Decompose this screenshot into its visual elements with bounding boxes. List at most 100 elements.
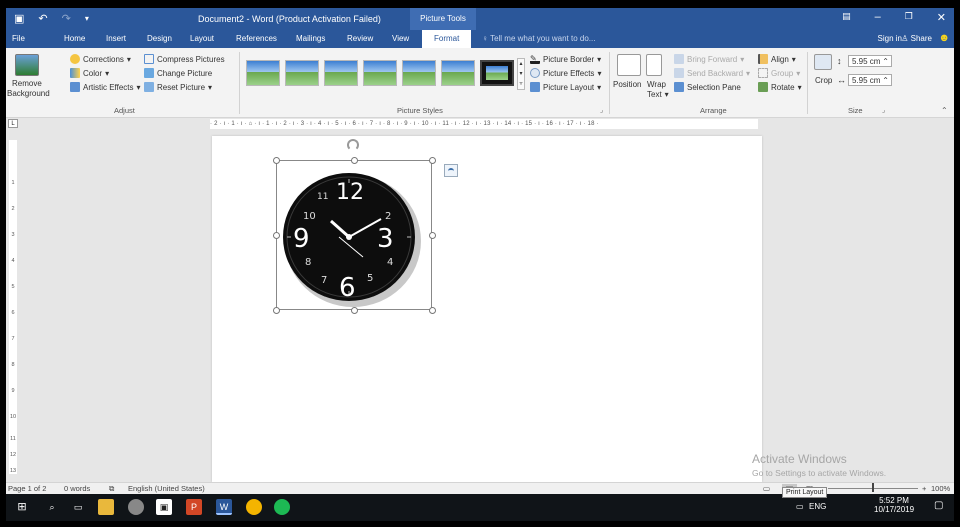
proofing-icon[interactable]: ⧉ (109, 484, 114, 494)
chrome-icon[interactable] (246, 499, 262, 515)
picture-style-7[interactable] (480, 60, 514, 86)
height-input[interactable]: 5.95 cm ⌃ (848, 55, 892, 67)
tray-battery-icon[interactable]: ▭ (796, 502, 804, 511)
rotate-button[interactable]: Rotate ▾ (758, 82, 802, 92)
resize-handle-s[interactable] (351, 307, 358, 314)
tab-view[interactable]: View (392, 34, 409, 43)
wrap-label-1[interactable]: Wrap (647, 80, 666, 89)
store-icon[interactable]: ▣ (156, 499, 172, 515)
resize-handle-n[interactable] (351, 157, 358, 164)
dialog-launcher-icon[interactable]: ⌟ (600, 106, 603, 114)
width-input[interactable]: 5.95 cm ⌃ (848, 74, 892, 86)
tell-me-box[interactable]: ♀ Tell me what you want to do... (482, 34, 595, 43)
picture-style-3[interactable] (324, 60, 358, 86)
share-button[interactable]: ♙ Share (901, 34, 932, 43)
sign-in-link[interactable]: Sign in (878, 34, 902, 43)
minimize-icon[interactable]: – (875, 11, 881, 24)
search-icon[interactable]: ⌕ (44, 499, 60, 515)
reset-picture-button[interactable]: Reset Picture ▾ (144, 82, 212, 92)
windows-start-icon[interactable]: ⊞ (14, 499, 30, 515)
resize-handle-e[interactable] (429, 232, 436, 239)
rotate-handle-icon[interactable] (347, 139, 359, 151)
redo-icon[interactable]: ↷ (62, 12, 71, 25)
resize-handle-sw[interactable] (273, 307, 280, 314)
remove-background-icon[interactable] (15, 54, 39, 76)
picture-layout-button[interactable]: Picture Layout ▾ (530, 82, 601, 92)
compress-pictures-button[interactable]: Compress Pictures (144, 54, 225, 64)
change-picture-button[interactable]: Change Picture (144, 68, 212, 78)
layout-options-icon[interactable] (444, 164, 458, 177)
input-language[interactable]: ENG (809, 502, 826, 511)
tab-mailings[interactable]: Mailings (296, 34, 325, 43)
save-icon[interactable]: ▣ (14, 12, 24, 25)
picture-border-button[interactable]: ✎ Picture Border ▾ (530, 54, 601, 64)
picture-style-5[interactable] (402, 60, 436, 86)
tab-file[interactable]: File (12, 34, 25, 43)
tab-format[interactable]: Format (422, 30, 472, 48)
group-button[interactable]: Group ▾ (758, 68, 800, 78)
word-count[interactable]: 0 words (64, 484, 90, 493)
document-page[interactable]: 12 3 6 9 10 2 4 5 8 11 7 (212, 136, 762, 482)
position-icon[interactable] (617, 54, 641, 76)
picture-selection[interactable]: 12 3 6 9 10 2 4 5 8 11 7 (273, 139, 436, 314)
crop-icon[interactable] (814, 54, 832, 70)
vertical-ruler[interactable]: 1 2 3 4 5 6 7 8 9 10 11 12 13 (6, 130, 20, 482)
picture-style-2[interactable] (285, 60, 319, 86)
picture-style-6[interactable] (441, 60, 475, 86)
color-button[interactable]: Color ▾ (70, 68, 109, 78)
zoom-slider-thumb[interactable] (872, 483, 874, 492)
tab-selector-icon[interactable]: L (8, 119, 18, 128)
tab-design[interactable]: Design (147, 34, 172, 43)
send-backward-button[interactable]: Send Backward ▾ (674, 68, 750, 78)
clock-tray[interactable]: 5:52 PM 10/17/2019 (874, 496, 914, 514)
resize-handle-ne[interactable] (429, 157, 436, 164)
selection-pane-button[interactable]: Selection Pane (674, 82, 741, 92)
tab-home[interactable]: Home (64, 34, 85, 43)
action-center-icon[interactable]: ▢ (934, 500, 943, 511)
artistic-effects-button[interactable]: Artistic Effects ▾ (70, 82, 141, 92)
zoom-level[interactable]: 100% (931, 484, 950, 493)
align-button[interactable]: Align ▾ (758, 54, 796, 64)
wrap-text-icon[interactable] (646, 54, 662, 76)
gallery-scroll[interactable]: ▴ ▾ ▿ (517, 58, 525, 90)
word-icon[interactable]: W (216, 499, 232, 515)
tab-insert[interactable]: Insert (106, 34, 126, 43)
remove-background-label-1[interactable]: Remove (12, 79, 42, 88)
position-label[interactable]: Position (613, 80, 641, 89)
picture-style-4[interactable] (363, 60, 397, 86)
selection-pane-label: Selection Pane (687, 82, 741, 92)
read-mode-icon[interactable]: ▭ (763, 484, 770, 493)
zoom-in-icon[interactable]: + (922, 484, 926, 493)
picture-style-1[interactable] (246, 60, 280, 86)
size-dialog-launcher-icon[interactable]: ⌟ (882, 106, 885, 114)
wrap-label-2[interactable]: Text ▾ (647, 90, 669, 99)
language-indicator[interactable]: English (United States) (128, 484, 205, 493)
close-icon[interactable]: ✕ (937, 11, 946, 24)
resize-handle-w[interactable] (273, 232, 280, 239)
tab-layout[interactable]: Layout (190, 34, 214, 43)
restore-icon[interactable]: ❐ (905, 11, 913, 24)
chrome-app-icon[interactable] (128, 499, 144, 515)
page-count[interactable]: Page 1 of 2 (8, 484, 46, 493)
compress-label: Compress Pictures (157, 54, 225, 64)
corrections-button[interactable]: Corrections ▾ (70, 54, 131, 64)
bring-forward-button[interactable]: Bring Forward ▾ (674, 54, 744, 64)
resize-handle-se[interactable] (429, 307, 436, 314)
ribbon-display-icon[interactable]: ▤ (842, 11, 851, 24)
vertical-ruler-number: 1 (11, 180, 15, 186)
resize-handle-nw[interactable] (273, 157, 280, 164)
task-view-icon[interactable]: ▭ (70, 499, 86, 515)
picture-effects-button[interactable]: Picture Effects ▾ (530, 68, 601, 78)
tab-references[interactable]: References (236, 34, 277, 43)
spotify-icon[interactable] (274, 499, 290, 515)
powerpoint-icon[interactable]: P (186, 499, 202, 515)
crop-label[interactable]: Crop (815, 76, 832, 85)
customize-qat-icon[interactable]: ▾ (85, 12, 89, 25)
horizontal-ruler[interactable]: · 2 · ı · 1 · ı · ⌂ · ı · 1 · ı · 2 · ı … (210, 119, 758, 129)
undo-icon[interactable]: ↶ (38, 12, 47, 25)
collapse-ribbon-icon[interactable]: ⌃ (941, 106, 948, 115)
file-explorer-icon[interactable] (98, 499, 114, 515)
remove-background-label-2[interactable]: Background (7, 89, 50, 98)
feedback-smiley-icon[interactable]: ☻ (938, 32, 950, 44)
tab-review[interactable]: Review (347, 34, 373, 43)
